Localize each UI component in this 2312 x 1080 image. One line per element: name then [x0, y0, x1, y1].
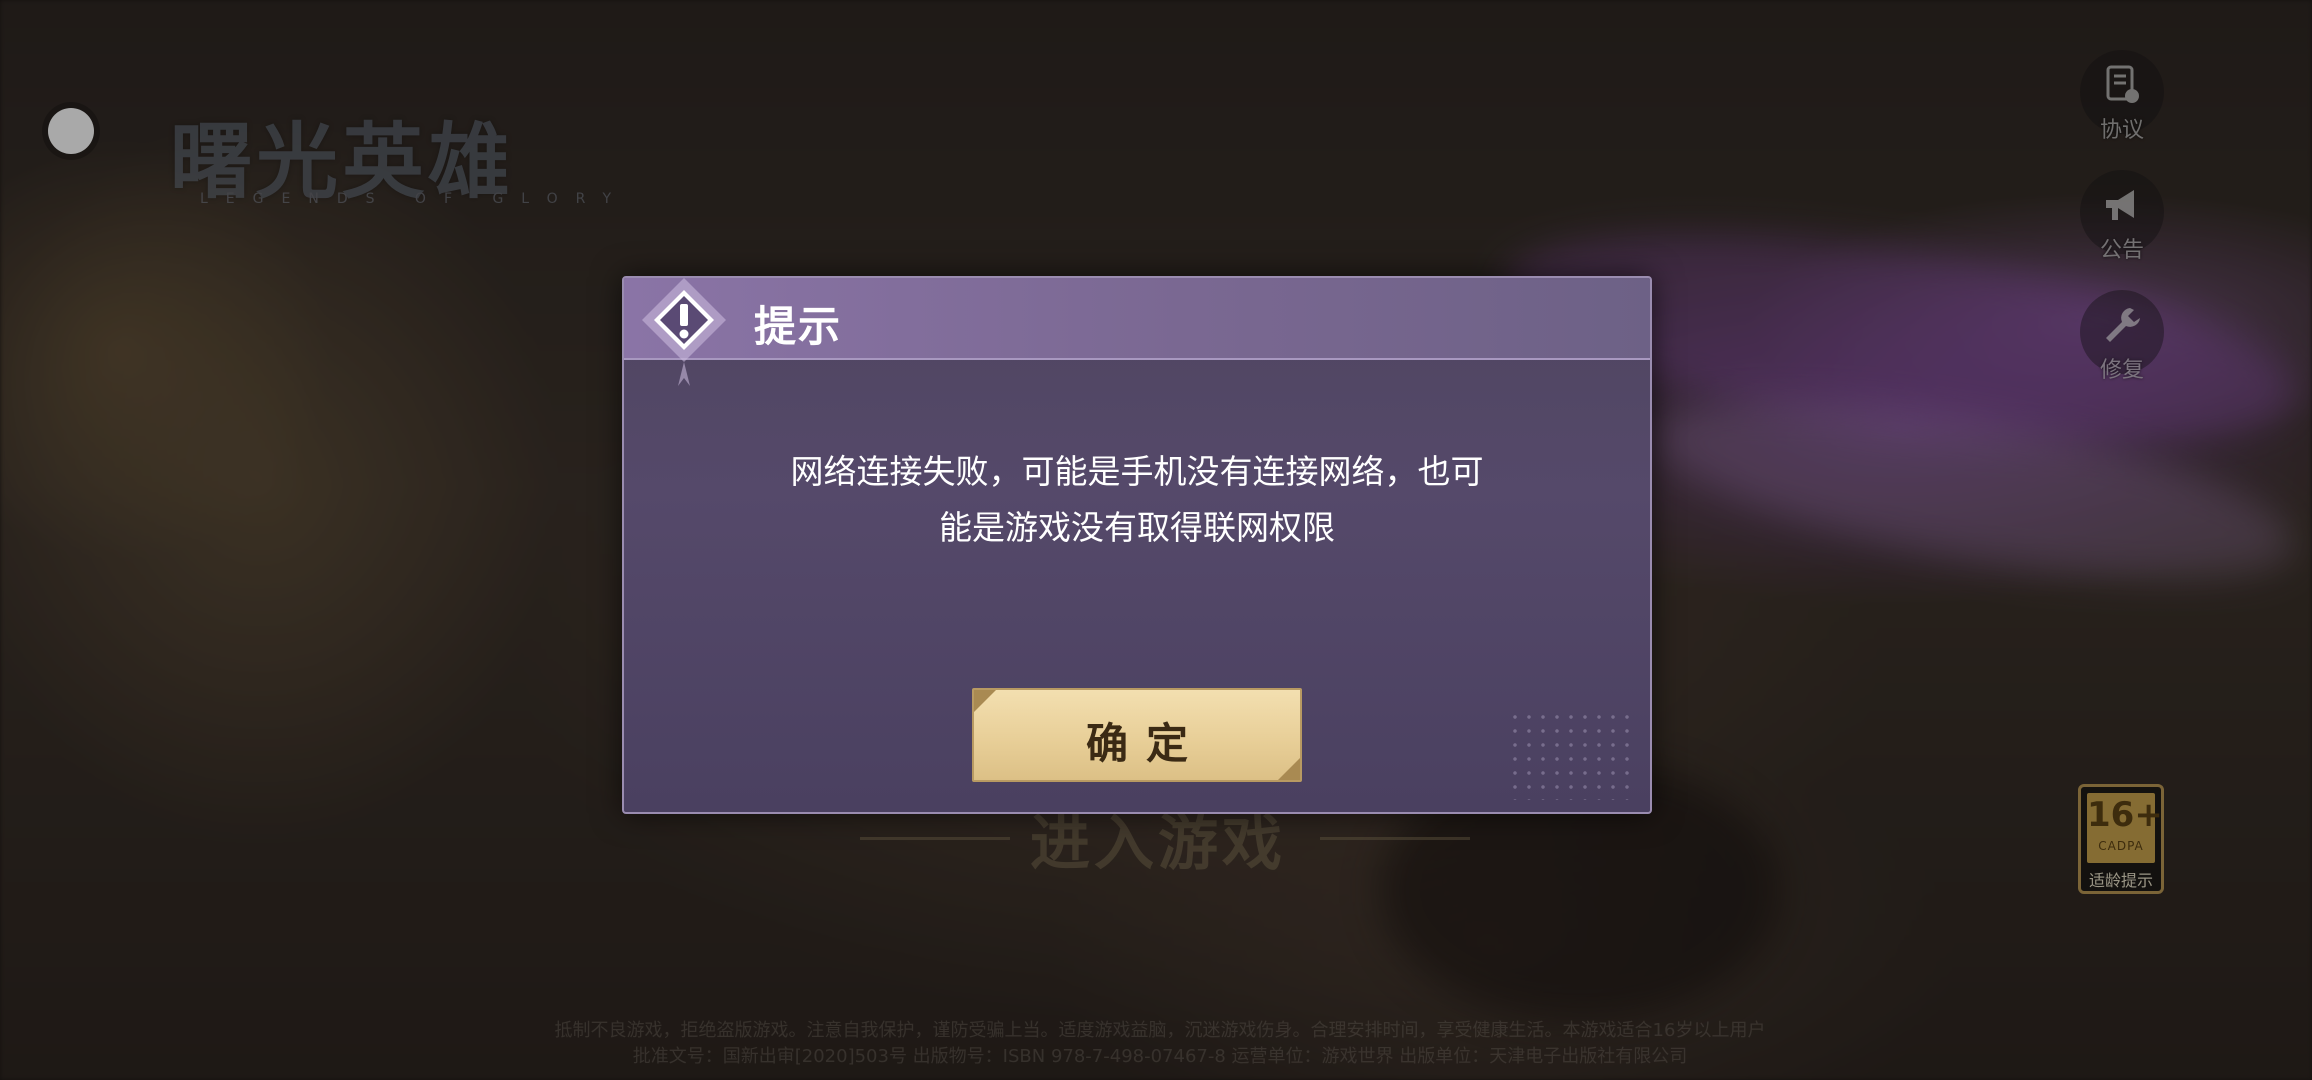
game-screen: 曙光英雄 LEGENDS OF GLORY 协议 公告 修复 进入游戏 16+ … — [0, 0, 2312, 1080]
confirm-button-label: 确定 — [1085, 719, 1206, 768]
confirm-button[interactable]: 确定 — [972, 688, 1302, 782]
dialog-header: 提示 — [624, 278, 1650, 386]
warning-icon — [642, 278, 726, 386]
dialog-message: 网络连接失败，可能是手机没有连接网络，也可 能是游戏没有取得联网权限 — [704, 444, 1570, 556]
dialog-title: 提示 — [754, 302, 843, 351]
dialog-dot-pattern — [1508, 710, 1638, 800]
dialog-message-line-2: 能是游戏没有取得联网权限 — [939, 508, 1335, 547]
network-error-dialog: 提示 网络连接失败，可能是手机没有连接网络，也可 能是游戏没有取得联网权限 确定 — [622, 276, 1652, 814]
dialog-message-line-1: 网络连接失败，可能是手机没有连接网络，也可 — [790, 452, 1484, 491]
